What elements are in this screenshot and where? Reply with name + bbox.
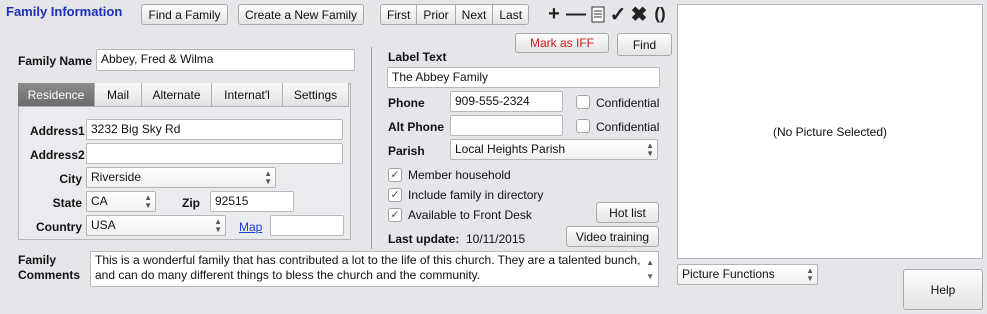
zip-input[interactable]: 92515: [210, 191, 294, 212]
label-text-label: Label Text: [388, 50, 447, 64]
map-extra-input[interactable]: [270, 215, 344, 236]
family-name-label: Family Name: [18, 54, 93, 68]
spinner-icon: ▲ ▼: [214, 217, 222, 234]
video-training-button[interactable]: Video training: [566, 226, 659, 247]
tab-settings[interactable]: Settings: [283, 83, 349, 107]
remove-icon[interactable]: —: [566, 3, 586, 25]
picture-functions-select[interactable]: Picture Functions ▲ ▼: [677, 264, 818, 285]
help-button[interactable]: Help: [903, 269, 983, 310]
state-value: CA: [91, 194, 108, 208]
tab-mail[interactable]: Mail: [95, 83, 142, 107]
last-update-label: Last update:: [388, 232, 460, 246]
parish-value: Local Heights Parish: [455, 142, 566, 156]
create-family-button[interactable]: Create a New Family: [238, 4, 364, 25]
address1-label: Address1: [30, 124, 85, 138]
address-tabs: Residence Mail Alternate Internat'l Sett…: [18, 83, 349, 107]
member-household-checkbox[interactable]: ✓: [388, 168, 402, 182]
picture-box[interactable]: (No Picture Selected): [677, 4, 983, 259]
hot-list-button[interactable]: Hot list: [596, 202, 659, 223]
spinner-icon: ▲ ▼: [144, 193, 152, 210]
first-button[interactable]: First: [381, 5, 418, 24]
picture-functions-value: Picture Functions: [682, 267, 775, 281]
city-value: Riverside: [91, 170, 142, 184]
parish-select[interactable]: Local Heights Parish ▲ ▼: [450, 139, 658, 160]
comments-text: This is a wonderful family that has cont…: [95, 253, 641, 282]
scroll-icon[interactable]: ▲ ▼: [646, 256, 654, 284]
alt-phone-confidential-checkbox[interactable]: [576, 119, 590, 133]
address2-label: Address2: [30, 148, 85, 162]
country-value: USA: [91, 218, 116, 232]
front-desk-checkbox[interactable]: ✓: [388, 208, 402, 222]
record-navigation: First Prior Next Last: [380, 4, 530, 25]
city-select[interactable]: Riverside ▲ ▼: [86, 167, 276, 188]
include-directory-checkbox[interactable]: ✓: [388, 188, 402, 202]
tab-international[interactable]: Internat'l: [212, 83, 283, 107]
last-button[interactable]: Last: [493, 5, 529, 24]
label-text-input[interactable]: The Abbey Family: [387, 67, 660, 88]
state-select[interactable]: CA ▲ ▼: [86, 191, 156, 212]
cancel-icon[interactable]: ✖: [630, 4, 648, 26]
last-update-value: 10/11/2015: [466, 232, 526, 246]
spinner-icon: ▲ ▼: [806, 266, 814, 283]
address1-input[interactable]: 3232 Big Sky Rd: [86, 119, 343, 140]
alt-phone-label: Alt Phone: [388, 120, 444, 134]
phone-confidential-label: Confidential: [596, 96, 660, 110]
state-label: State: [52, 196, 82, 210]
picture-placeholder: (No Picture Selected): [772, 124, 888, 139]
prior-button[interactable]: Prior: [417, 5, 456, 24]
spinner-icon: ▲ ▼: [646, 141, 654, 158]
spinner-icon: ▲ ▼: [264, 169, 272, 186]
comments-label: Family Comments: [18, 253, 81, 282]
comments-textarea[interactable]: This is a wonderful family that has cont…: [90, 251, 659, 287]
city-label: City: [59, 172, 82, 186]
check-icon[interactable]: ✓: [609, 4, 627, 26]
country-select[interactable]: USA ▲ ▼: [86, 215, 226, 236]
phone-confidential-checkbox[interactable]: [576, 95, 590, 109]
address2-input[interactable]: [86, 143, 343, 164]
find-family-button[interactable]: Find a Family: [141, 4, 228, 25]
phone-input[interactable]: 909-555-2324: [450, 91, 563, 112]
include-directory-label: Include family in directory: [408, 188, 544, 202]
tab-residence[interactable]: Residence: [18, 83, 95, 107]
zip-label: Zip: [182, 196, 200, 210]
page-title: Family Information: [6, 4, 123, 19]
parish-label: Parish: [388, 144, 425, 158]
family-name-input[interactable]: Abbey, Fred & Wilma: [96, 49, 355, 71]
next-button[interactable]: Next: [455, 5, 494, 24]
member-household-label: Member household: [408, 168, 511, 182]
notes-icon[interactable]: [589, 4, 607, 24]
tab-alternate[interactable]: Alternate: [142, 83, 212, 107]
front-desk-label: Available to Front Desk: [408, 208, 532, 222]
add-icon[interactable]: +: [545, 3, 563, 25]
country-label: Country: [36, 220, 82, 234]
mark-iff-button[interactable]: Mark as IFF: [515, 33, 609, 53]
alt-phone-confidential-label: Confidential: [596, 120, 660, 134]
divider: [371, 47, 372, 249]
alt-phone-input[interactable]: [450, 115, 563, 136]
map-link[interactable]: Map: [239, 220, 262, 234]
find-button[interactable]: Find: [617, 33, 672, 56]
phone-label: Phone: [388, 96, 425, 110]
refresh-icon[interactable]: (): [651, 4, 669, 24]
